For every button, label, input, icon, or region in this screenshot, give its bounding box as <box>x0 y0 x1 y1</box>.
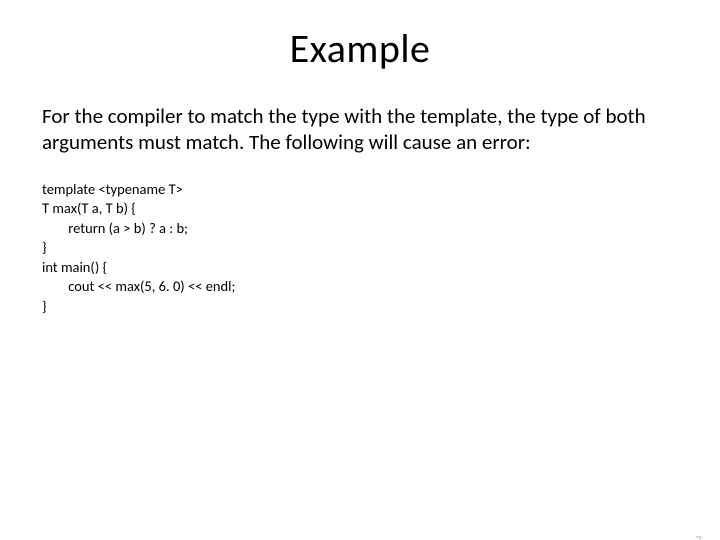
body-paragraph: For the compiler to match the type with … <box>42 103 678 156</box>
code-block: template <typename T> T max(T a, T b) { … <box>42 180 678 317</box>
page-number: 7 <box>695 533 702 540</box>
slide: Example For the compiler to match the ty… <box>0 24 720 540</box>
slide-title: Example <box>0 24 720 73</box>
